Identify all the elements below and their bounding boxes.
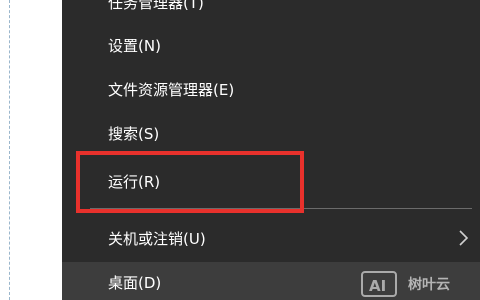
menu-item-label: 搜索(S) bbox=[108, 124, 160, 143]
menu-item-settings[interactable]: 设置(N) bbox=[62, 25, 480, 65]
menu-item-task-manager[interactable]: 任务管理器(T) bbox=[62, 0, 480, 19]
desktop-window-edge bbox=[0, 0, 10, 300]
menu-item-search[interactable]: 搜索(S) bbox=[62, 113, 480, 153]
menu-item-label: 文件资源管理器(E) bbox=[108, 80, 235, 99]
menu-item-label: 桌面(D) bbox=[108, 273, 162, 292]
menu-item-label: 任务管理器(T) bbox=[108, 0, 204, 12]
desktop-background: 任务管理器(T) 设置(N) 文件资源管理器(E) 搜索(S) 运行(R) 关机… bbox=[0, 0, 480, 300]
menu-item-label: 关机或注销(U) bbox=[108, 229, 206, 248]
menu-separator bbox=[90, 208, 472, 209]
menu-item-label: 设置(N) bbox=[108, 36, 161, 55]
menu-item-desktop[interactable]: 桌面(D) bbox=[62, 262, 480, 300]
menu-item-run[interactable]: 运行(R) bbox=[62, 161, 480, 201]
start-context-menu: 任务管理器(T) 设置(N) 文件资源管理器(E) 搜索(S) 运行(R) 关机… bbox=[62, 0, 480, 300]
chevron-right-icon bbox=[459, 230, 469, 246]
menu-item-label: 运行(R) bbox=[108, 172, 161, 191]
menu-item-shutdown-or-sign-out[interactable]: 关机或注销(U) bbox=[62, 218, 480, 258]
menu-item-file-explorer[interactable]: 文件资源管理器(E) bbox=[62, 69, 480, 109]
